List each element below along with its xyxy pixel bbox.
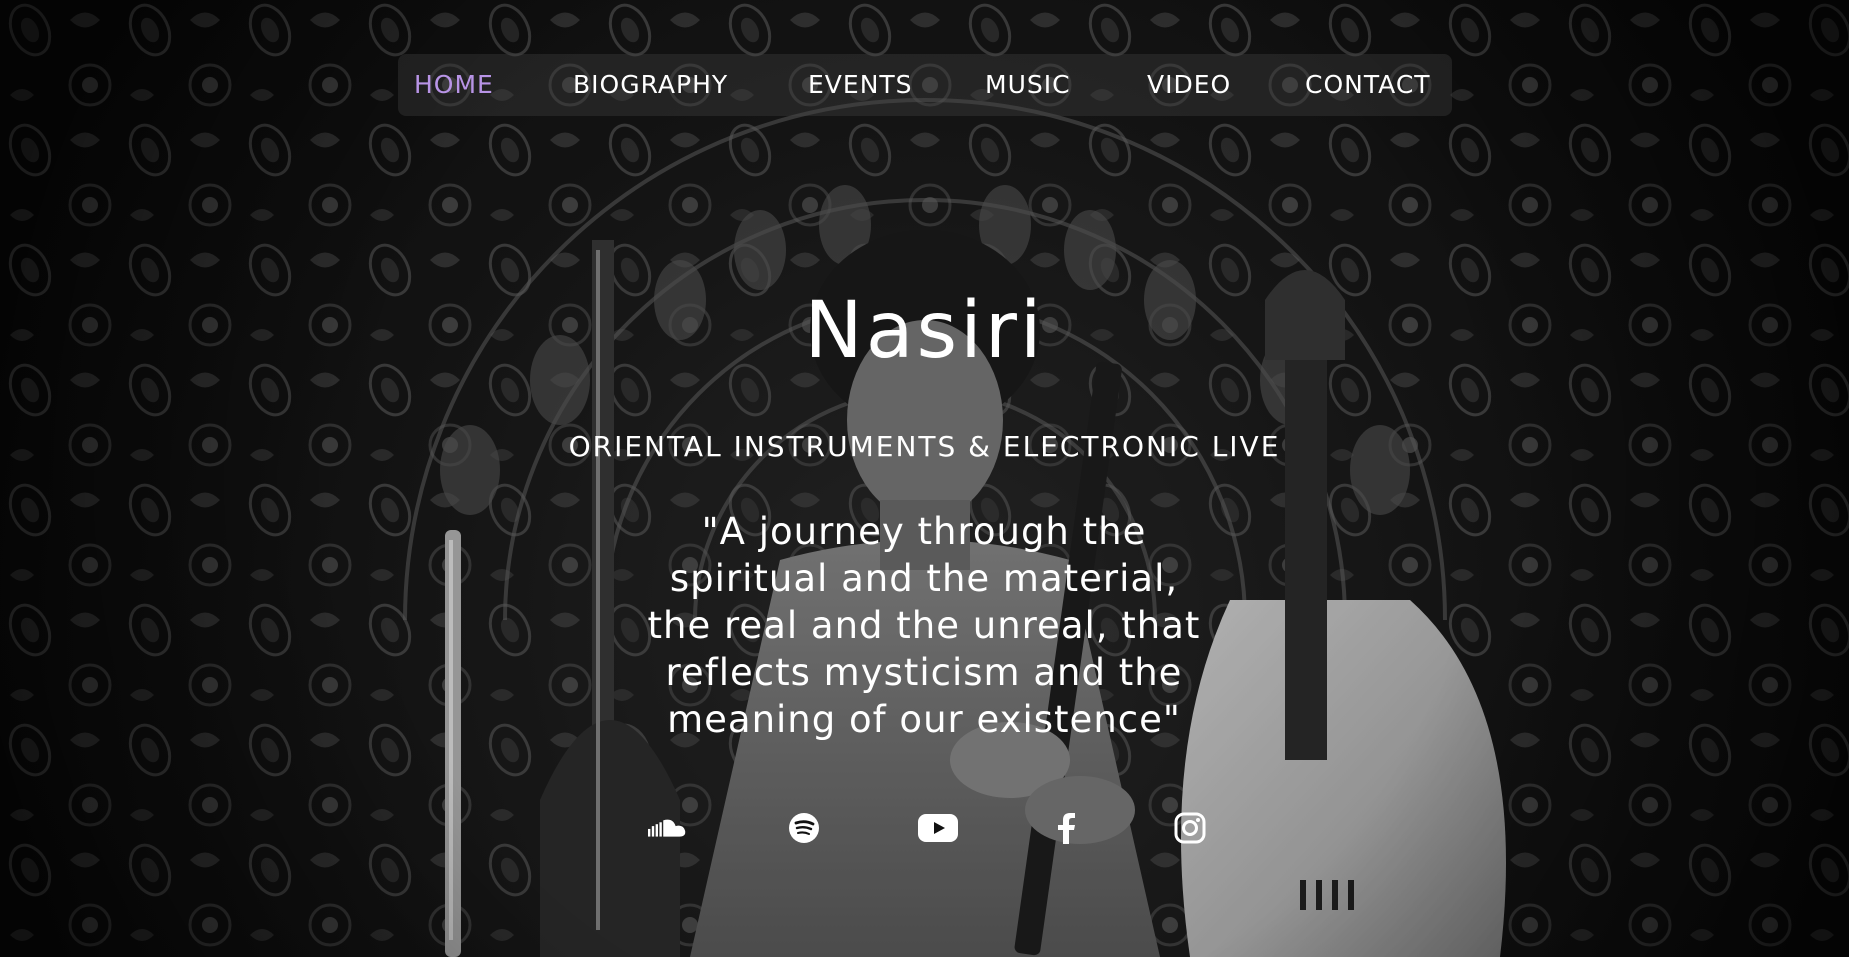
youtube-link[interactable] <box>918 808 958 848</box>
soundcloud-icon <box>648 819 686 837</box>
quote-line: spiritual and the material, <box>669 557 1179 600</box>
nav-item-contact[interactable]: CONTACT <box>1305 54 1431 116</box>
facebook-icon <box>1058 813 1075 844</box>
nav-item-video[interactable]: VIDEO <box>1147 54 1231 116</box>
nav-item-events[interactable]: EVENTS <box>808 54 913 116</box>
instagram-link[interactable] <box>1170 808 1210 848</box>
spotify-icon <box>789 813 819 843</box>
artist-name-title: Nasiri <box>804 286 1045 376</box>
quote-line: reflects mysticism and the <box>665 651 1183 694</box>
facebook-link[interactable] <box>1046 808 1086 848</box>
quote-line: the real and the unreal, that <box>647 604 1201 647</box>
quote-line: meaning of our existence" <box>667 698 1181 741</box>
spotify-link[interactable] <box>784 808 824 848</box>
instagram-icon <box>1174 812 1206 844</box>
hero-subtitle: ORIENTAL INSTRUMENTS & ELECTRONIC LIVE <box>568 430 1281 463</box>
youtube-icon <box>918 814 958 842</box>
nav-item-music[interactable]: MUSIC <box>985 54 1071 116</box>
quote-line: "A journey through the <box>701 510 1147 553</box>
hero-quote: "A journey through the spiritual and the… <box>624 508 1224 743</box>
main-navigation: HOME BIOGRAPHY EVENTS MUSIC VIDEO CONTAC… <box>398 54 1452 116</box>
nav-item-home[interactable]: HOME <box>414 54 494 116</box>
soundcloud-link[interactable] <box>648 808 688 848</box>
nav-item-biography[interactable]: BIOGRAPHY <box>573 54 728 116</box>
landing-page: HOME BIOGRAPHY EVENTS MUSIC VIDEO CONTAC… <box>0 0 1849 957</box>
